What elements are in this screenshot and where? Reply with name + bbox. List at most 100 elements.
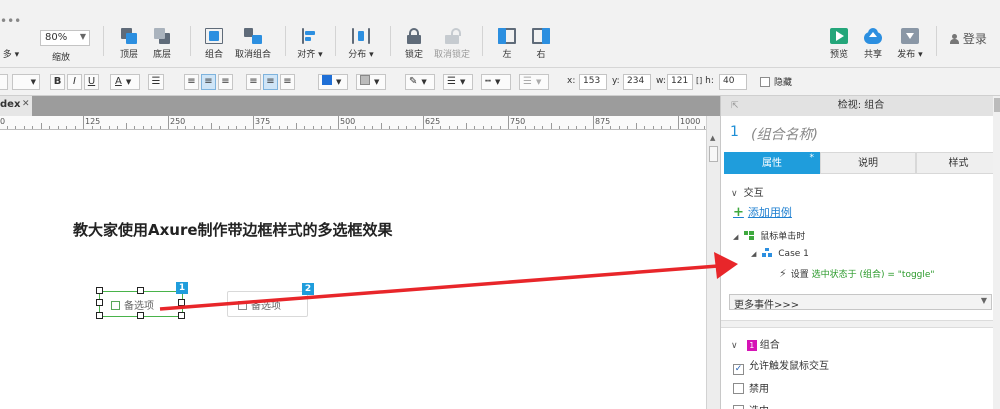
ruler-tick bbox=[482, 126, 484, 129]
resize-handle[interactable] bbox=[178, 312, 185, 319]
right-panel-toggle[interactable]: 右 bbox=[528, 6, 554, 60]
line-style-button[interactable]: ┅ ▼ bbox=[481, 74, 511, 90]
chevron-up-icon[interactable]: ▲ bbox=[710, 134, 715, 142]
ruler-label: 0 bbox=[0, 117, 6, 126]
shadow-button[interactable]: ▼ bbox=[356, 74, 386, 90]
ruler-tick bbox=[440, 126, 441, 129]
ungroup-button[interactable]: 取消组合 bbox=[233, 6, 273, 60]
tab-properties[interactable]: 属性 * bbox=[724, 152, 820, 174]
ruler-tick bbox=[652, 126, 654, 129]
resize-handle[interactable] bbox=[96, 312, 103, 319]
line-color-button[interactable]: ✎ ▼ bbox=[405, 74, 435, 90]
resize-handle[interactable] bbox=[137, 312, 144, 319]
chevron-down-icon: ▼ bbox=[374, 78, 380, 86]
zoom-select[interactable]: 80% ▼ bbox=[40, 30, 90, 46]
height-field[interactable]: 40 bbox=[719, 74, 747, 90]
interaction-section-header[interactable]: ∨ 交互 bbox=[731, 184, 764, 199]
ruler-tick bbox=[355, 126, 356, 129]
ruler-tick bbox=[134, 126, 135, 129]
horizontal-ruler: 0 125 250 375 500 625 750 875 1000 bbox=[0, 116, 706, 130]
pen-icon: ✎ bbox=[409, 76, 418, 87]
ruler-tick bbox=[74, 126, 76, 129]
x-field[interactable]: 153 bbox=[579, 74, 607, 90]
action-node[interactable]: ⚡ 设置 选中状态于 (组合) = "toggle" bbox=[779, 267, 935, 280]
lock-button[interactable]: 锁定 bbox=[400, 6, 428, 60]
group-section-header[interactable]: ∨ 1 组合 bbox=[731, 336, 780, 351]
tab-notes[interactable]: 说明 bbox=[820, 152, 916, 174]
send-to-back-button[interactable]: 底层 bbox=[147, 6, 177, 60]
chevron-down-icon: ∨ bbox=[731, 189, 738, 199]
ruler-tick bbox=[91, 126, 93, 129]
width-field[interactable]: 121 bbox=[667, 74, 693, 90]
scrollbar-thumb[interactable] bbox=[709, 146, 718, 162]
align-text-right-icon[interactable]: ≡ bbox=[218, 74, 233, 90]
close-icon[interactable]: ✕ bbox=[22, 99, 30, 109]
case-node[interactable]: ◢ Case 1 bbox=[751, 248, 809, 259]
ruler-label: 250 bbox=[170, 117, 186, 126]
vertical-scrollbar[interactable]: ▲ bbox=[706, 116, 720, 409]
event-node[interactable]: ◢ 鼠标单击时 bbox=[733, 229, 805, 242]
resize-handle[interactable] bbox=[178, 299, 185, 306]
arrow-style-button[interactable]: ☰ ▼ bbox=[519, 74, 549, 90]
valign-top-icon[interactable]: ≡ bbox=[246, 74, 261, 90]
fill-color-button[interactable]: ▼ bbox=[318, 74, 348, 90]
checkbox-option-2[interactable]: 备选项 bbox=[238, 297, 281, 312]
disabled-checkbox[interactable]: 禁用 bbox=[733, 380, 769, 395]
line-width-button[interactable]: ☰ ▼ bbox=[443, 74, 473, 90]
tab-style[interactable]: 样式 bbox=[916, 152, 1000, 174]
resize-handle[interactable] bbox=[96, 299, 103, 306]
align-text-left-icon[interactable]: ≡ bbox=[184, 74, 199, 90]
tab-index[interactable]: dex ✕ bbox=[0, 96, 32, 116]
font-size-select[interactable]: ▼ bbox=[12, 74, 40, 90]
underline-button[interactable]: U bbox=[84, 74, 99, 90]
ruler-tick bbox=[635, 123, 637, 129]
pin-icon[interactable]: ⇱ bbox=[731, 96, 739, 116]
ruler-label: 1000 bbox=[680, 117, 701, 126]
checkbox-option-1[interactable]: 备选项 bbox=[111, 297, 154, 312]
chevron-down-icon: ▼ bbox=[980, 296, 987, 305]
unlock-button[interactable]: 取消锁定 bbox=[432, 6, 472, 60]
publish-menu-button[interactable]: 发布 ▾ bbox=[894, 6, 926, 60]
login-button[interactable]: 登录 bbox=[950, 30, 987, 47]
bullet-list-icon[interactable]: ☰ bbox=[148, 74, 164, 90]
share-button[interactable]: 共享 bbox=[860, 6, 886, 60]
more-menu-button[interactable]: ••• 多 ▾ bbox=[0, 6, 22, 60]
group-button[interactable]: 组合 bbox=[200, 6, 228, 60]
case-icon bbox=[762, 248, 773, 257]
add-case-link[interactable]: + 添加用例 bbox=[733, 204, 792, 220]
group-name-field[interactable]: (组合名称) bbox=[751, 124, 818, 144]
font-color-button[interactable]: A ▼ bbox=[110, 74, 140, 90]
design-canvas[interactable] bbox=[0, 130, 706, 409]
align-menu-button[interactable]: 对齐 ▾ bbox=[295, 6, 325, 60]
dash-line-icon: ┅ bbox=[485, 76, 492, 87]
resize-handle[interactable] bbox=[137, 287, 144, 294]
bold-button[interactable]: B bbox=[50, 74, 65, 90]
selected-checkbox[interactable]: 选中 bbox=[733, 402, 769, 409]
ruler-tick bbox=[210, 123, 212, 129]
preview-button[interactable]: 预览 bbox=[826, 6, 852, 60]
toolbar-divider bbox=[103, 26, 104, 56]
collapse-triangle-icon: ◢ bbox=[751, 250, 757, 258]
hidden-checkbox[interactable]: 隐藏 bbox=[760, 75, 792, 88]
ruler-tick bbox=[108, 126, 110, 129]
valign-bottom-icon[interactable]: ≡ bbox=[280, 74, 295, 90]
w-label: w: bbox=[656, 76, 666, 86]
group-name-row[interactable]: 1 (组合名称) bbox=[721, 116, 1000, 148]
more-events-select[interactable]: 更多事件>>> ▼ bbox=[729, 294, 992, 311]
style-select-edge[interactable] bbox=[0, 74, 8, 90]
italic-button[interactable]: I bbox=[67, 74, 82, 90]
panel-scrollbar[interactable] bbox=[993, 96, 1000, 409]
allow-mouse-interaction-checkbox[interactable]: ✓ 允许触发鼠标交互 bbox=[733, 357, 829, 375]
format-toolbar: ▼ B I U A ▼ ☰ ≡ ≡ ≡ ≡ ≡ ≡ ▼ ▼ ✎ ▼ ☰ ▼ ┅ ▼ ☰ ▼… bbox=[0, 68, 1000, 96]
bring-to-front-button[interactable]: 顶层 bbox=[114, 6, 144, 60]
y-field[interactable]: 234 bbox=[623, 74, 651, 90]
left-panel-toggle[interactable]: 左 bbox=[494, 6, 520, 60]
ruler-tick bbox=[550, 123, 552, 129]
distribute-menu-button[interactable]: 分布 ▾ bbox=[345, 6, 377, 60]
resize-handle[interactable] bbox=[96, 287, 103, 294]
zoom-label: 缩放 bbox=[52, 53, 71, 63]
left-pane-icon bbox=[498, 28, 516, 44]
valign-middle-icon[interactable]: ≡ bbox=[263, 74, 278, 90]
align-text-center-icon[interactable]: ≡ bbox=[201, 74, 216, 90]
scrollbar-thumb[interactable] bbox=[994, 98, 1000, 112]
